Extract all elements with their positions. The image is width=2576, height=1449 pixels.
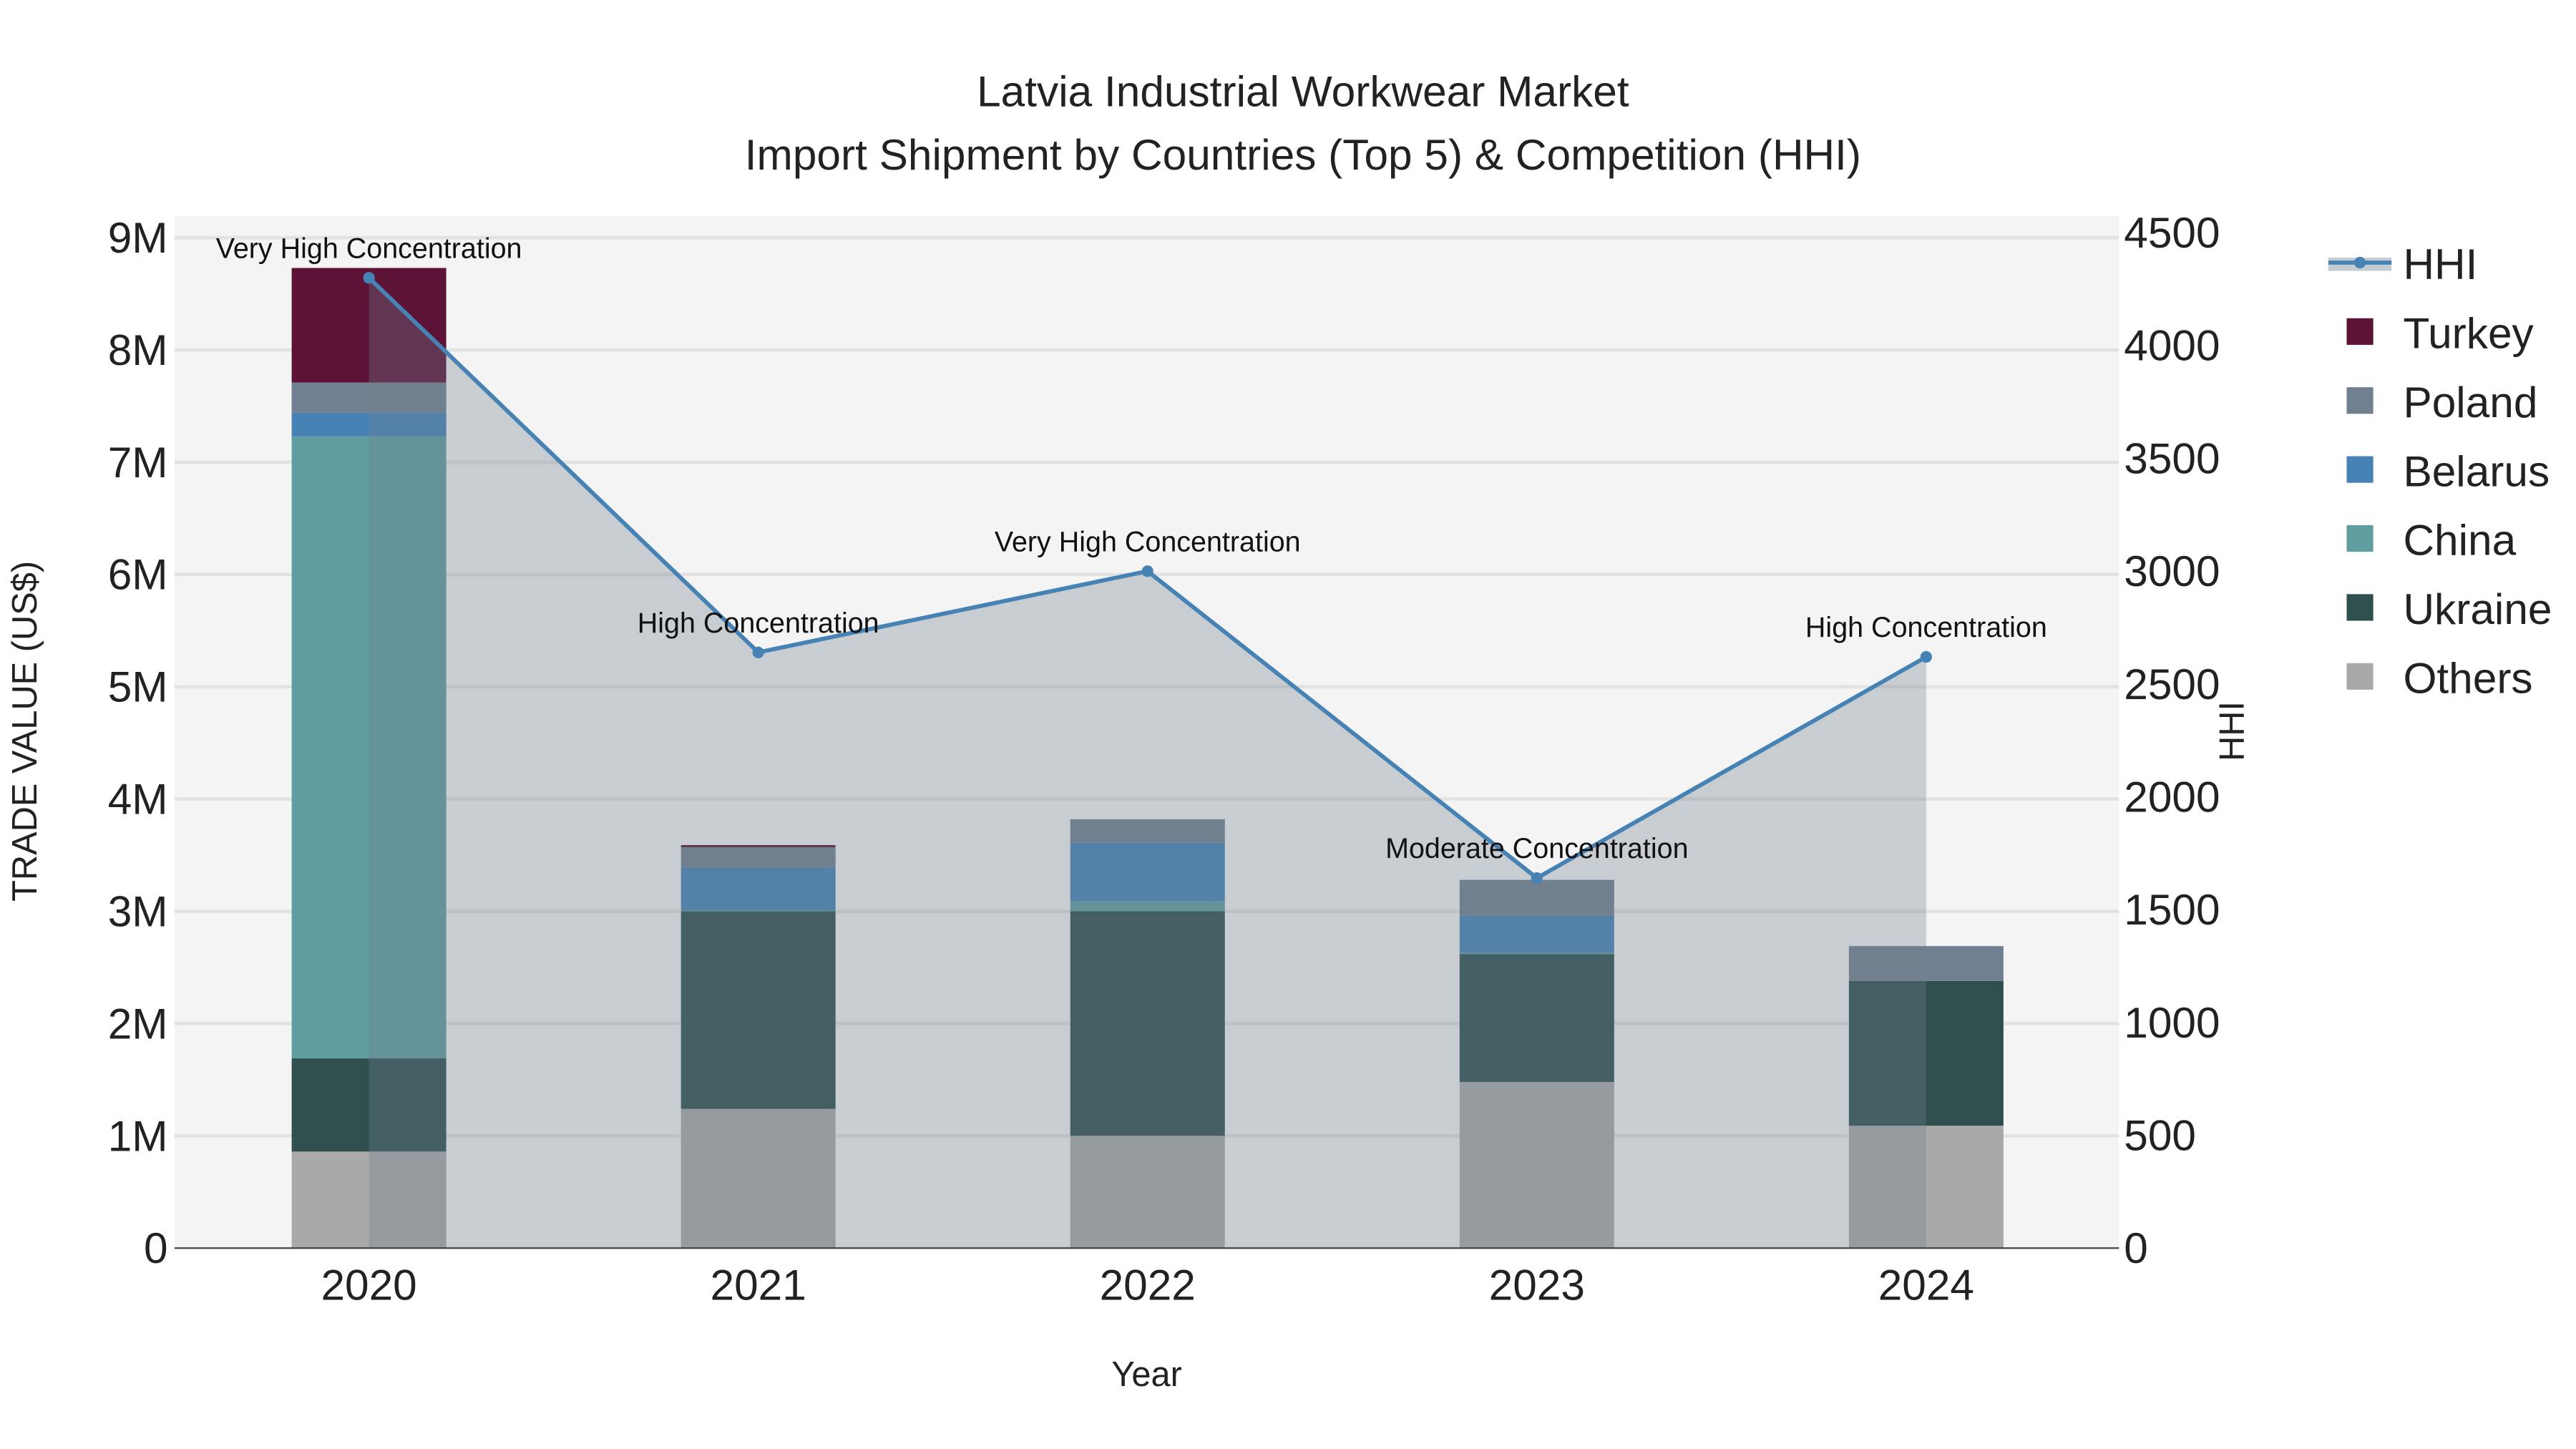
legend-swatch-china	[2346, 525, 2373, 552]
hhi-point	[752, 646, 764, 658]
y-tick-label: 8M	[108, 326, 168, 374]
legend-swatch-turkey	[2346, 318, 2373, 345]
y-tick-label: 5M	[108, 663, 168, 711]
x-tick-label: 2024	[1878, 1260, 1974, 1309]
y2-tick-label: 1500	[2124, 885, 2220, 934]
y-tick-label: 3M	[108, 887, 168, 935]
x-tick-label: 2021	[711, 1260, 806, 1309]
legend-swatch-ukraine	[2346, 594, 2373, 621]
hhi-point	[1920, 650, 1932, 663]
legend-label-china: China	[2403, 516, 2516, 565]
y-axis-title: TRADE VALUE (US$)	[6, 561, 44, 902]
legend-label-others: Others	[2403, 654, 2532, 703]
y2-tick-label: 2500	[2124, 660, 2220, 708]
legend-swatch-belarus	[2346, 456, 2373, 483]
y2-tick-label: 500	[2124, 1111, 2196, 1159]
y2-tick-label: 1000	[2124, 998, 2220, 1047]
x-axis-title: Year	[1111, 1355, 1182, 1394]
y2-tick-label: 2000	[2124, 772, 2220, 821]
hhi-point	[363, 272, 375, 284]
legend-label-turkey: Turkey	[2403, 309, 2534, 358]
y2-axis-title: HHI	[2212, 701, 2251, 761]
hhi-annotation: Very High Concentration	[216, 233, 522, 264]
y-tick-label: 0	[144, 1224, 168, 1272]
chart: Very High Concentration High Concentratio…	[6, 67, 2552, 1394]
y2-tick-label: 4500	[2124, 208, 2220, 257]
y2-tick-label: 3000	[2124, 547, 2220, 595]
x-tick-label: 2022	[1100, 1260, 1196, 1309]
legend-label-ukraine: Ukraine	[2403, 585, 2552, 633]
y-tick-label: 9M	[108, 213, 168, 262]
chart-title-line2: Import Shipment by Countries (Top 5) & C…	[745, 130, 1861, 179]
y-tick-label: 1M	[108, 1111, 168, 1160]
x-tick-label: 2023	[1489, 1260, 1585, 1309]
hhi-annotation: Very High Concentration	[995, 526, 1301, 557]
y2-tick-label: 4000	[2124, 321, 2220, 370]
legend-hhi-marker	[2353, 256, 2366, 269]
y2-tick-label: 3500	[2124, 434, 2220, 482]
hhi-point	[1141, 565, 1153, 577]
hhi-annotation: Moderate Concentration	[1385, 833, 1688, 864]
y-tick-label: 7M	[108, 438, 168, 487]
y-tick-label: 4M	[108, 775, 168, 824]
y-tick-label: 6M	[108, 550, 168, 599]
legend-swatch-poland	[2346, 387, 2373, 414]
legend-label-hhi: HHI	[2403, 240, 2477, 288]
legend: HHI Turkey Poland Belarus China Ukraine Others	[2328, 240, 2552, 703]
legend-label-belarus: Belarus	[2403, 447, 2550, 495]
hhi-annotation: High Concentration	[1805, 612, 2047, 643]
hhi-annotation: High Concentration	[638, 608, 879, 639]
legend-label-poland: Poland	[2403, 378, 2537, 426]
x-tick-label: 2020	[321, 1260, 416, 1309]
y-tick-label: 2M	[108, 999, 168, 1048]
legend-swatch-others	[2346, 663, 2373, 690]
y2-tick-label: 0	[2124, 1224, 2148, 1272]
chart-title-line1: Latvia Industrial Workwear Market	[977, 67, 1629, 116]
hhi-point	[1531, 872, 1543, 884]
